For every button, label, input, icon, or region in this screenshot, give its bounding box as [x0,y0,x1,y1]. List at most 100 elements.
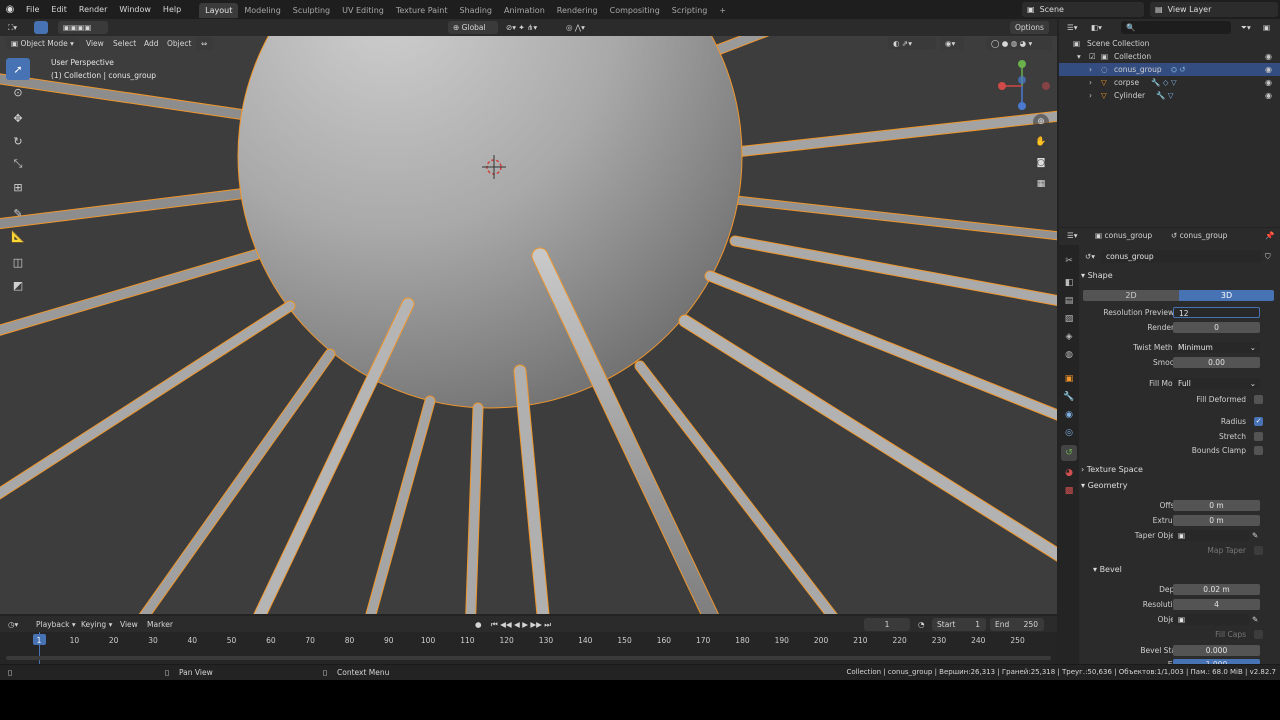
object-tab-icon[interactable]: ▣ [1061,371,1077,387]
extrude-tool-icon[interactable]: ◩ [6,274,30,296]
view-layer-selector[interactable]: ▤ View Layer [1150,2,1278,17]
bevel-panel-header[interactable]: ▾ Bevel [1093,564,1122,576]
expand-icon[interactable]: ▾ [1077,50,1081,63]
bevel-start-field[interactable]: 0.000 [1173,645,1260,656]
menu-keying[interactable]: Keying ▾ [81,618,112,631]
curve-data-tab-icon[interactable]: ↺ [1061,445,1077,461]
bounds-clamp-checkbox[interactable] [1254,446,1263,455]
view-layer-tab-icon[interactable]: ▨ [1061,311,1077,327]
options-button[interactable]: Options [1010,21,1049,34]
eyedropper-icon[interactable]: ✎ [1252,613,1258,626]
stopwatch-icon[interactable]: ◔ [918,618,925,631]
menu-select[interactable]: Select [113,37,136,50]
timeline-scrollbar[interactable] [6,656,1051,660]
render-u-field[interactable]: 0 [1173,322,1260,333]
outliner-row-corpse[interactable]: › ▽ corpse 🔧 ◇ ▽ ◉ [1059,76,1280,89]
display-mode-icon[interactable]: ◧▾ [1091,21,1102,34]
3d-button[interactable]: 3D [1179,290,1274,301]
overlays-icon[interactable]: ◉▾ [940,37,964,50]
zoom-icon[interactable]: ⊕ [1033,114,1049,130]
camera-icon[interactable]: ◙ [1033,155,1049,171]
pivot-icon[interactable]: ⊘▾ ✦ ⋔▾ [506,21,537,34]
menu-render[interactable]: Render [73,0,113,19]
tab-scripting[interactable]: Scripting [666,3,714,18]
stretch-checkbox[interactable] [1254,432,1263,441]
tab-shading[interactable]: Shading [453,3,498,18]
menu-file[interactable]: File [20,0,45,19]
menu-object[interactable]: Object [167,37,191,50]
tab-texture-paint[interactable]: Texture Paint [390,3,454,18]
3d-viewport[interactable]: User Perspective (1) Collection | conus_… [0,36,1057,614]
geometry-panel-header[interactable]: ▾ Geometry [1081,480,1127,492]
mode-selector[interactable]: ▣ Object Mode ▾ [6,37,79,50]
tab-animation[interactable]: Animation [498,3,551,18]
smooth-field[interactable]: 0.00 [1173,357,1260,368]
end-frame-field[interactable]: End 250 [990,618,1044,631]
particles-tab-icon[interactable]: ◉ [1061,407,1077,423]
transform-orientation[interactable]: ⊕ Global [448,21,498,34]
tab-layout[interactable]: Layout [199,3,239,18]
world-tab-icon[interactable]: ◍ [1061,347,1077,363]
material-tab-icon[interactable]: ◕ [1061,465,1077,481]
editor-type-icon[interactable]: ⛶▾ [8,21,17,34]
shape-panel-header[interactable]: ▾ Shape [1081,270,1113,282]
playback-controls[interactable]: ⏮ ◀◀ ◀ ▶ ▶▶ ⏭ [491,618,551,631]
transform-tool-icon[interactable]: ⊞ [6,176,30,198]
pin-icon[interactable]: 📌 [1265,229,1274,242]
2d-button[interactable]: 2D [1083,290,1179,301]
visibility-icons[interactable]: ◐ ⇗▾ [888,37,936,50]
map-taper-checkbox[interactable] [1254,546,1263,555]
scene-tab-icon[interactable]: ◈ [1061,329,1077,345]
menu-marker[interactable]: Marker [147,618,173,631]
record-icon[interactable]: ● [475,618,482,631]
blender-logo-icon[interactable]: ◉ [0,4,20,15]
menu-edit[interactable]: Edit [45,0,73,19]
eye-icon[interactable]: ◉ [1265,76,1272,89]
properties-editor-icon[interactable]: ☰▾ [1067,229,1078,242]
menu-view[interactable]: View [120,618,138,631]
current-frame-field[interactable]: 1 [864,618,910,631]
outliner-row-cylinder[interactable]: › ▽ Cylinder 🔧 ▽ ◉ [1059,89,1280,102]
tab-compositing[interactable]: Compositing [604,3,666,18]
menu-help[interactable]: Help [157,0,187,19]
measure-tool-icon[interactable]: 📐 [6,225,30,247]
fill-caps-checkbox[interactable] [1254,630,1263,639]
timeline-editor-icon[interactable]: ◷▾ [8,618,18,631]
menu-window[interactable]: Window [113,0,157,19]
data-name-field[interactable]: conus_group [1101,250,1261,263]
tab-rendering[interactable]: Rendering [551,3,604,18]
grid-icon[interactable]: ▦ [1033,176,1049,192]
outliner-row-scene-collection[interactable]: ▣ Scene Collection [1059,37,1280,50]
tool-tab-icon[interactable]: ✂ [1061,253,1077,269]
outliner-search-input[interactable]: 🔍 [1121,21,1231,34]
twist-method-dropdown[interactable]: Minimum ⌄ [1173,342,1260,353]
modifier-tab-icon[interactable]: 🔧 [1061,389,1077,405]
select-mode-icons[interactable]: ▣▣▣▣ [58,21,108,34]
select-box-tool-icon[interactable]: ➚ [6,58,30,80]
menu-add[interactable]: Add [144,37,159,50]
expand-icon[interactable]: › [1089,89,1092,102]
menu-view[interactable]: View [86,37,104,50]
timeline-area[interactable]: 1 10 20 30 40 50 60 70 80 90 100 110 120 130 140 150 160… [0,632,1057,664]
output-tab-icon[interactable]: ▤ [1061,293,1077,309]
texture-space-panel-header[interactable]: › Texture Space [1081,464,1143,476]
render-tab-icon[interactable]: ◧ [1061,275,1077,291]
eye-icon[interactable]: ◉ [1265,63,1272,76]
eye-icon[interactable]: ◉ [1265,50,1272,63]
scene-selector[interactable]: ▣ Scene [1022,2,1144,17]
resolution-field[interactable]: 4 [1173,599,1260,610]
fill-deformed-checkbox[interactable] [1254,395,1263,404]
tab-uv-editing[interactable]: UV Editing [336,3,390,18]
physics-tab-icon[interactable]: ◎ [1061,425,1077,441]
annotate-tool-icon[interactable]: ✎ [6,202,30,224]
res-preview-field[interactable]: 12 [1173,307,1260,318]
checkbox-icon[interactable]: ☑ [1089,50,1096,63]
select-box-icon[interactable] [34,21,48,34]
tab-modeling[interactable]: Modeling [238,3,286,18]
new-collection-icon[interactable]: ▣ [1263,21,1270,34]
rotate-tool-icon[interactable]: ↻ [6,130,30,152]
scale-tool-icon[interactable]: ⤡ [6,153,30,175]
tab-sculpting[interactable]: Sculpting [287,3,336,18]
pan-hand-icon[interactable]: ✋ [1033,134,1049,150]
extrude-field[interactable]: 0 m [1173,515,1260,526]
